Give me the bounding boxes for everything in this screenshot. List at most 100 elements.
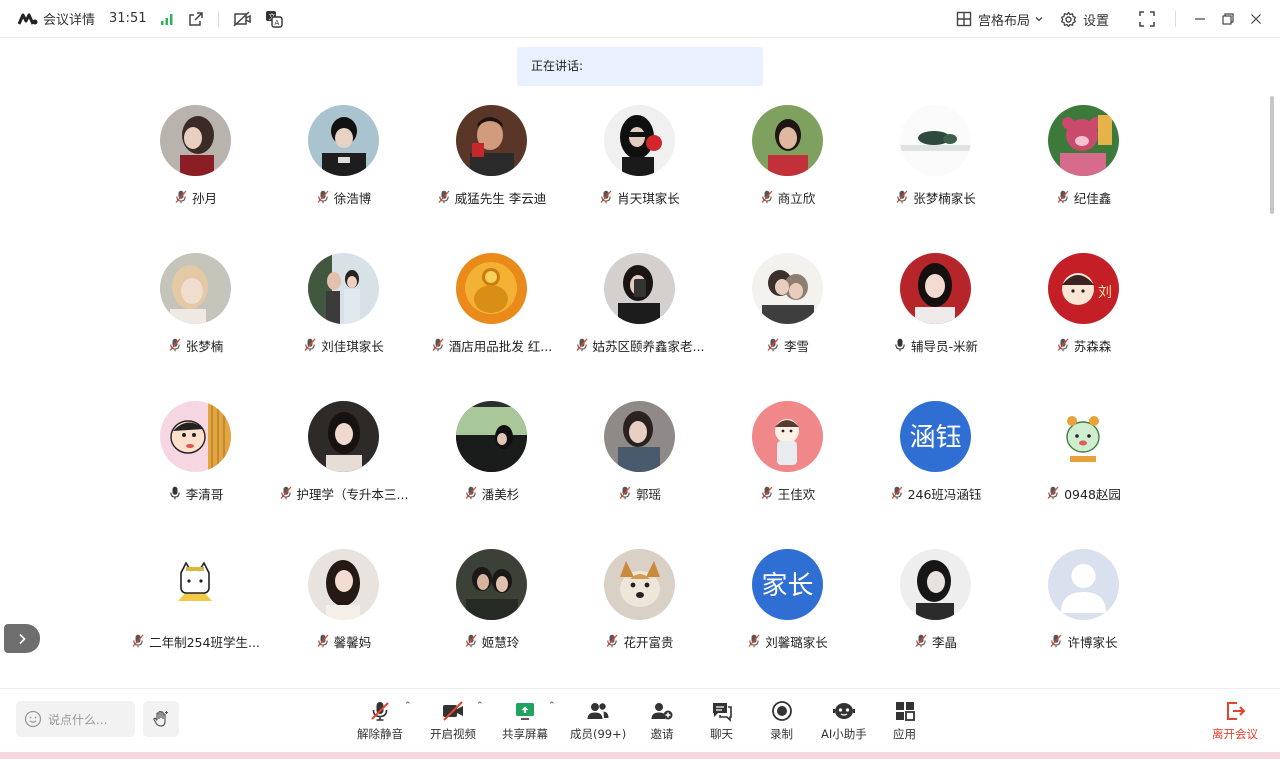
- speaking-indicator: 正在讲话:: [517, 47, 763, 86]
- leave-meeting-button[interactable]: 离开会议: [1212, 699, 1258, 743]
- video-options-caret[interactable]: ⌃: [476, 701, 484, 711]
- participant-name: 姑苏区颐养鑫家老...: [592, 338, 705, 354]
- participant-name-row: 苏森森: [1010, 336, 1158, 354]
- participant-tile[interactable]: 涵钰 246班冯涵钰: [862, 396, 1010, 544]
- hide-non-video-icon[interactable]: [233, 10, 252, 27]
- participant-name: 刘馨璐家长: [765, 634, 828, 650]
- mic-muted-icon: [619, 486, 631, 500]
- participant-tile[interactable]: 辅导员-米新: [862, 248, 1010, 396]
- participant-name: 酒店用品批发 红...: [448, 338, 553, 354]
- meeting-details-button[interactable]: 会议详情: [43, 9, 95, 28]
- mic-muted-icon: [761, 486, 773, 500]
- participant-tile[interactable]: 姑苏区颐养鑫家老...: [566, 248, 714, 396]
- ai-assistant-button[interactable]: AI小助手: [821, 699, 867, 743]
- close-icon[interactable]: [1242, 5, 1270, 33]
- avatar: [456, 253, 527, 324]
- share-options-caret[interactable]: ⌃: [548, 701, 556, 711]
- participant-name: 246班冯涵钰: [907, 486, 982, 502]
- pop-out-icon[interactable]: [188, 11, 204, 27]
- participant-tile[interactable]: 酒店用品批发 红...: [418, 248, 566, 396]
- avatar: [900, 253, 971, 324]
- ai-assistant-label: AI小助手: [821, 727, 867, 741]
- restore-icon[interactable]: [1214, 5, 1242, 33]
- chat-label: 聊天: [710, 727, 733, 741]
- participant-tile[interactable]: 李清哥: [122, 396, 270, 544]
- participant-name-row: 刘佳琪家长: [270, 336, 418, 354]
- record-label: 录制: [770, 727, 793, 741]
- participant-tile[interactable]: 威猛先生 李云迪: [418, 100, 566, 248]
- members-label: 成员(99+): [570, 727, 627, 741]
- participant-tile[interactable]: 纪佳鑫: [1010, 100, 1158, 248]
- mic-muted-icon: [438, 190, 450, 204]
- mic-muted-icon: [748, 634, 760, 648]
- avatar: 涵钰: [900, 401, 971, 472]
- participant-tile[interactable]: 王佳欢: [714, 396, 862, 544]
- participant-name: 辅导员-米新: [910, 338, 978, 354]
- fullscreen-icon[interactable]: [1139, 11, 1155, 27]
- avatar: [604, 401, 675, 472]
- audio-options-caret[interactable]: ⌃: [404, 701, 412, 711]
- invite-button[interactable]: 邀请: [650, 699, 674, 743]
- layout-dropdown[interactable]: 宫格布局: [956, 10, 1044, 29]
- network-signal-icon[interactable]: [160, 12, 174, 26]
- mic-muted-icon: [369, 699, 391, 723]
- chat-button[interactable]: 聊天: [710, 699, 733, 743]
- apps-grid-icon: [894, 699, 916, 723]
- avatar: [308, 549, 379, 620]
- participant-tile[interactable]: 郭瑶: [566, 396, 714, 544]
- divider: [1175, 11, 1176, 27]
- minimize-icon[interactable]: [1186, 5, 1214, 33]
- participant-tile[interactable]: 张梦楠家长: [862, 100, 1010, 248]
- participant-tile[interactable]: 二年制254班学生...: [122, 544, 270, 692]
- participant-tile[interactable]: 刘苏森森: [1010, 248, 1158, 396]
- translate-icon[interactable]: 文A: [265, 10, 284, 28]
- participant-name-row: 刘馨璐家长: [714, 632, 862, 650]
- participant-tile[interactable]: 0948赵园: [1010, 396, 1158, 544]
- participant-tile[interactable]: 肖天琪家长: [566, 100, 714, 248]
- participant-tile[interactable]: 家长刘馨璐家长: [714, 544, 862, 692]
- participant-tile[interactable]: 李晶: [862, 544, 1010, 692]
- apps-button[interactable]: 应用: [893, 699, 916, 743]
- participant-tile[interactable]: 刘佳琪家长: [270, 248, 418, 396]
- participant-name: 肖天琪家长: [617, 190, 680, 206]
- svg-text:A: A: [275, 19, 280, 27]
- avatar: [1048, 401, 1119, 472]
- members-button[interactable]: 成员(99+): [570, 699, 626, 743]
- divider: [218, 10, 220, 27]
- avatar: [752, 401, 823, 472]
- share-screen-button[interactable]: 共享屏幕: [502, 699, 548, 743]
- chevron-right-icon: [19, 633, 26, 644]
- participant-tile[interactable]: 花开富贵: [566, 544, 714, 692]
- expand-sidebar-button[interactable]: [4, 624, 40, 653]
- participant-tile[interactable]: 商立欣: [714, 100, 862, 248]
- participant-name-row: 二年制254班学生...: [122, 632, 270, 650]
- avatar-text: 家长: [761, 571, 813, 601]
- mic-muted-icon: [1057, 338, 1069, 352]
- settings-label: 设置: [1082, 13, 1109, 29]
- avatar: [160, 253, 231, 324]
- mic-muted-icon: [317, 190, 329, 204]
- participant-name-row: 李雪: [714, 336, 862, 354]
- participant-tile[interactable]: 馨馨妈: [270, 544, 418, 692]
- participant-name: 二年制254班学生...: [149, 634, 260, 650]
- participant-tile[interactable]: 李雪: [714, 248, 862, 396]
- settings-button[interactable]: 设置: [1060, 10, 1109, 29]
- record-button[interactable]: 录制: [770, 699, 793, 743]
- start-video-button[interactable]: 开启视频: [430, 699, 476, 743]
- participant-name: 郭瑶: [635, 486, 661, 502]
- share-screen-label: 共享屏幕: [502, 727, 548, 741]
- scrollbar[interactable]: [1270, 96, 1274, 214]
- participant-tile[interactable]: 姬慧玲: [418, 544, 566, 692]
- participant-tile[interactable]: 潘美杉: [418, 396, 566, 544]
- participant-tile[interactable]: 孙月: [122, 100, 270, 248]
- participant-tile[interactable]: 徐浩博: [270, 100, 418, 248]
- participant-name-row: 徐浩博: [270, 188, 418, 206]
- raise-hand-button[interactable]: [143, 701, 179, 737]
- participant-tile[interactable]: 张梦楠: [122, 248, 270, 396]
- quick-chat-input[interactable]: 说点什么...: [16, 701, 135, 737]
- participant-name: 潘美杉: [481, 486, 520, 502]
- participant-tile[interactable]: 许博家长: [1010, 544, 1158, 692]
- participant-name-row: 张梦楠: [122, 336, 270, 354]
- unmute-button[interactable]: 解除静音: [357, 699, 403, 743]
- participant-tile[interactable]: 护理学（专升本三...: [270, 396, 418, 544]
